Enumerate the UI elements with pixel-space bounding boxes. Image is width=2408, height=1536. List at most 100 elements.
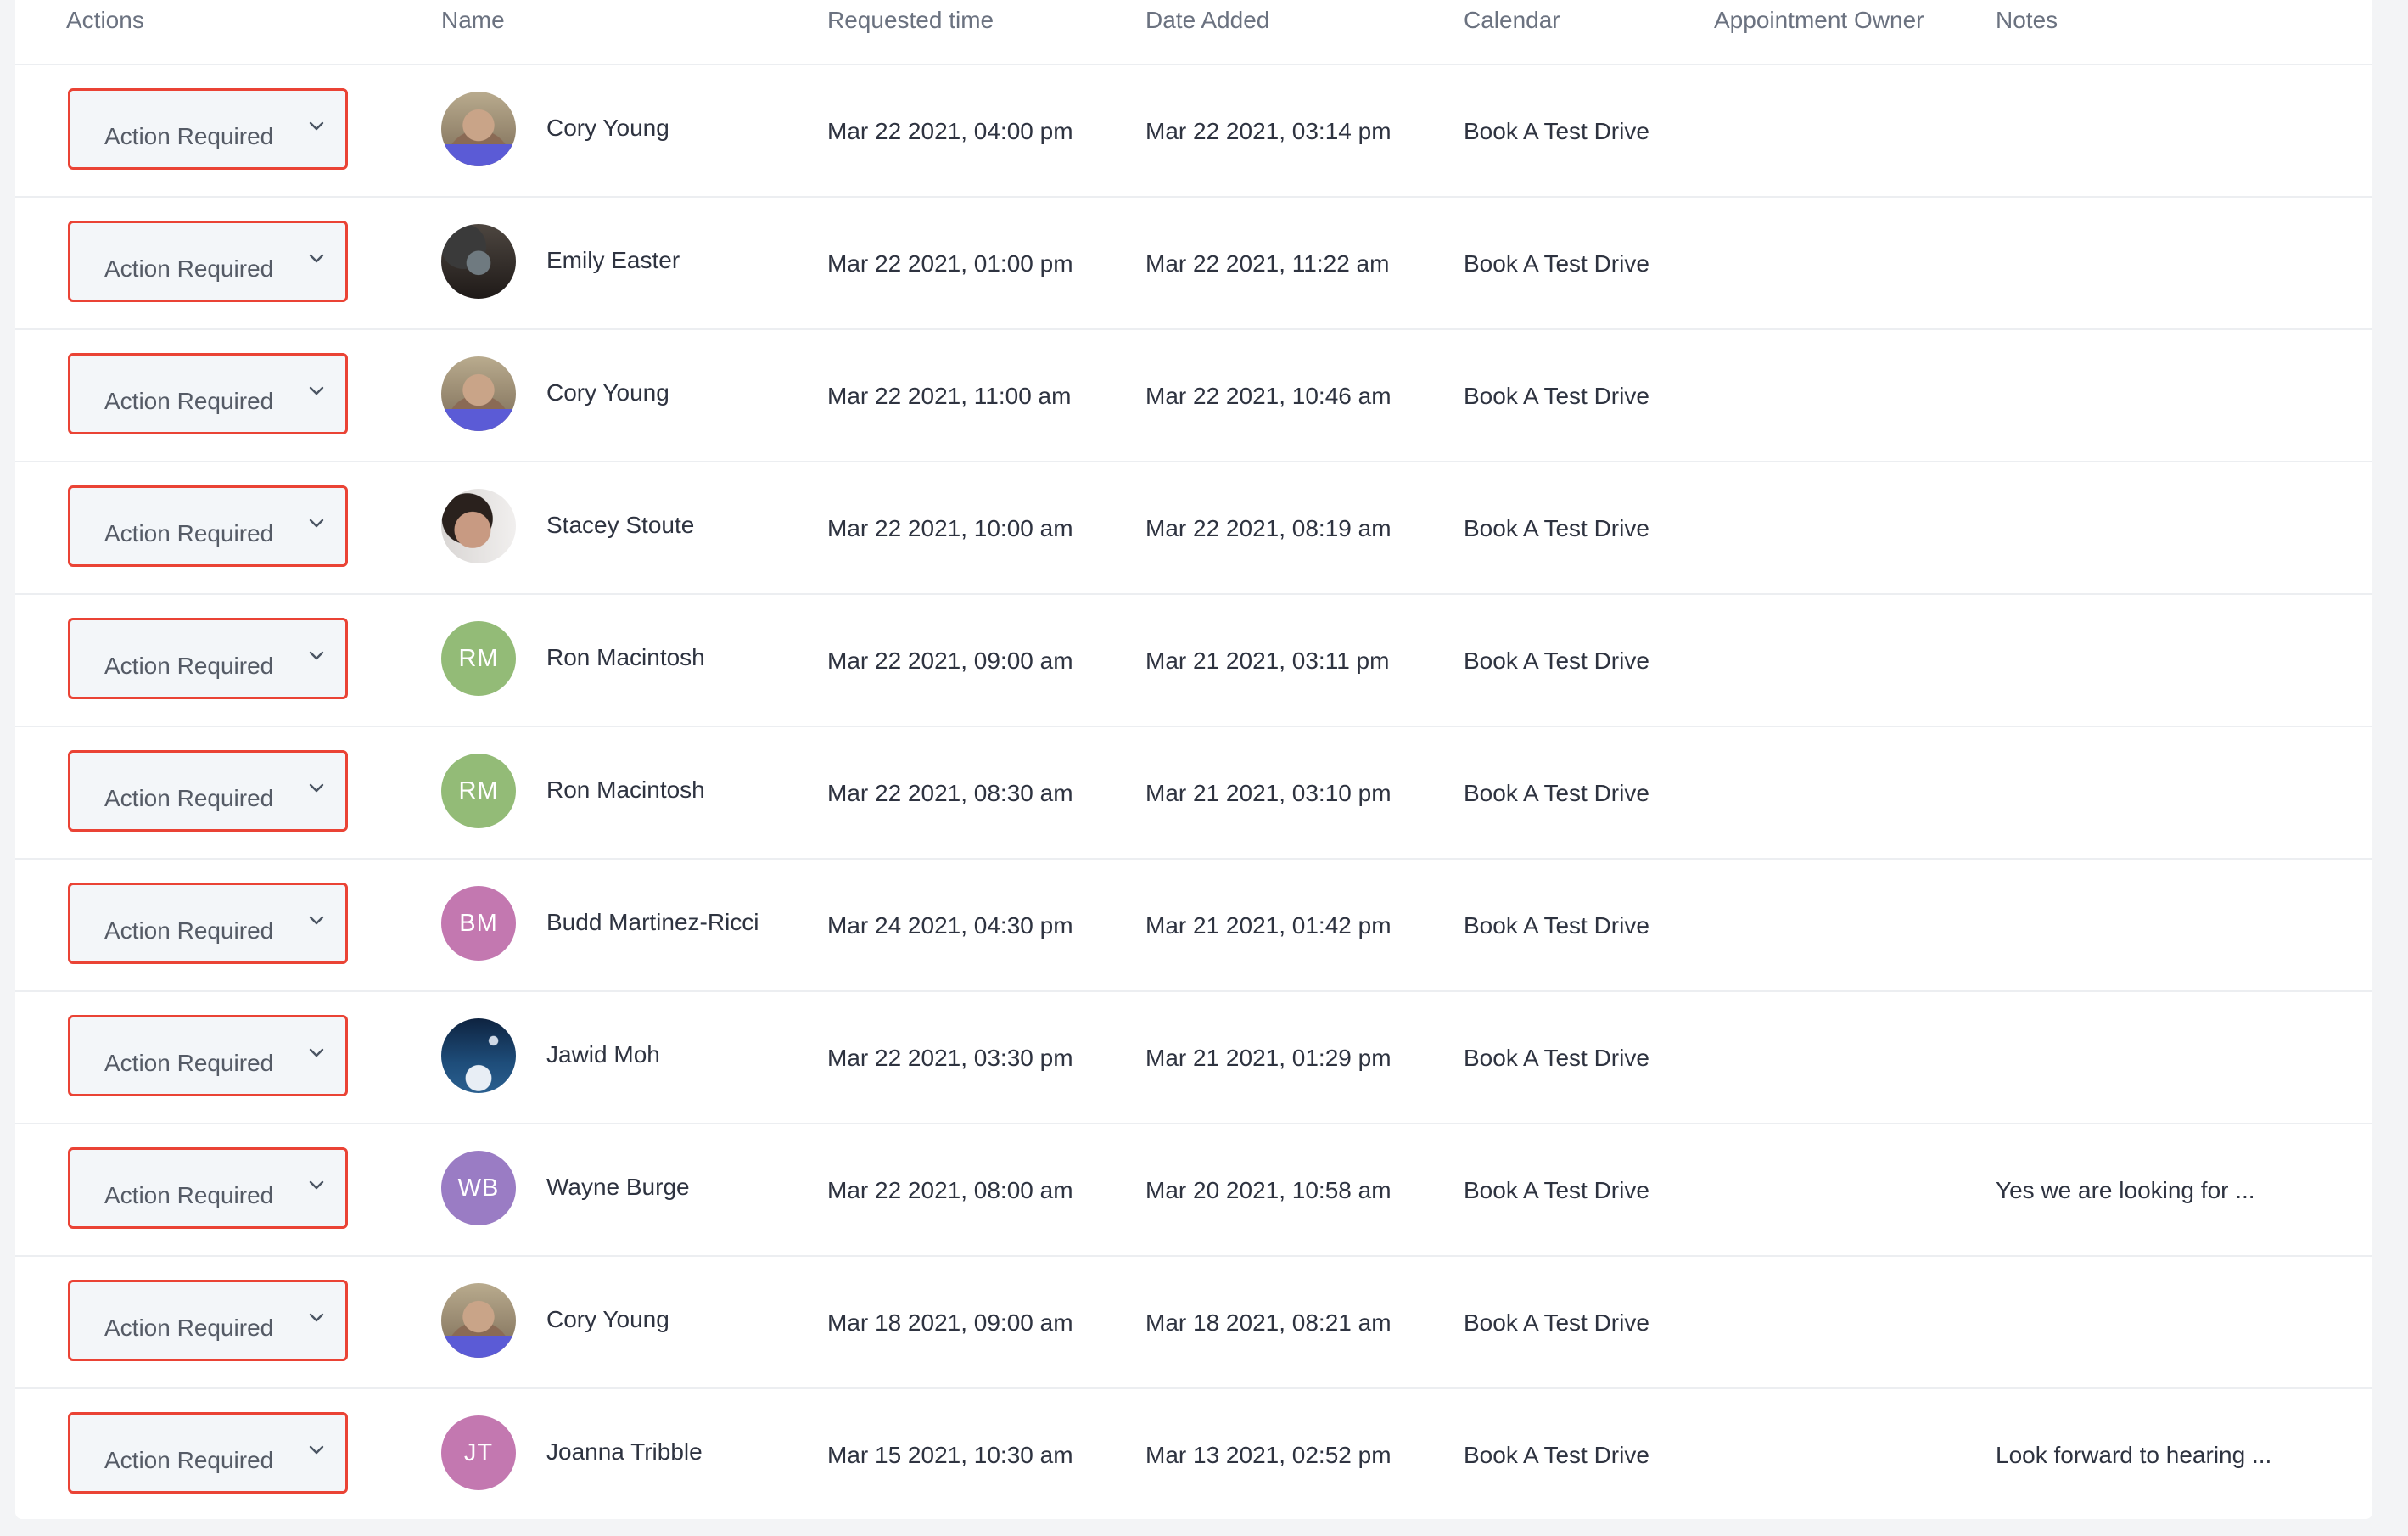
column-header-name[interactable]: Name (441, 7, 505, 34)
action-status-label: Action Required (104, 255, 274, 282)
contact-name[interactable]: Ron Macintosh (546, 776, 705, 804)
calendar-name: Book A Test Drive (1464, 1177, 1649, 1203)
calendar-name: Book A Test Drive (1464, 780, 1649, 806)
calendar-name: Book A Test Drive (1464, 383, 1649, 409)
action-status-dropdown[interactable]: Action Required (68, 1412, 348, 1494)
table-header: Actions Name Requested time Date Added C… (15, 0, 2372, 65)
column-header-actions[interactable]: Actions (66, 7, 144, 34)
action-status-label: Action Required (104, 785, 274, 811)
column-header-calendar[interactable]: Calendar (1464, 7, 1560, 34)
action-status-dropdown[interactable]: Action Required (68, 88, 348, 170)
avatar-initials: RM (458, 644, 499, 672)
table-row[interactable]: Action Required Stacey Stoute Mar 22 2021,… (15, 462, 2372, 595)
action-status-label: Action Required (104, 388, 274, 414)
date-added: Mar 20 2021, 10:58 am (1145, 1177, 1392, 1203)
calendar-name: Book A Test Drive (1464, 912, 1649, 939)
contact-name[interactable]: Cory Young (546, 115, 669, 142)
requested-time: Mar 22 2021, 03:30 pm (827, 1045, 1073, 1071)
action-status-dropdown[interactable]: Action Required (68, 883, 348, 964)
action-status-label: Action Required (104, 1447, 274, 1473)
avatar: JT (441, 1415, 516, 1490)
appointments-page: Actions Name Requested time Date Added C… (0, 0, 2408, 1536)
date-added: Mar 22 2021, 10:46 am (1145, 383, 1392, 409)
table-row[interactable]: Action Required WB Wayne Burge Mar 22 2021,… (15, 1124, 2372, 1257)
avatar: RM (441, 754, 516, 828)
avatar-initials: BM (459, 909, 498, 937)
contact-name[interactable]: Ron Macintosh (546, 644, 705, 671)
contact-name[interactable]: Jawid Moh (546, 1041, 660, 1068)
action-status-label: Action Required (104, 1182, 274, 1208)
requested-time: Mar 15 2021, 10:30 am (827, 1442, 1073, 1468)
table-row[interactable]: Action Required RM Ron Macintosh Mar 22 202… (15, 595, 2372, 727)
contact-name[interactable]: Budd Martinez-Ricci (546, 909, 759, 936)
date-added: Mar 18 2021, 08:21 am (1145, 1309, 1392, 1336)
table-row[interactable]: Action Required Cory Young Mar 22 2021, 11… (15, 330, 2372, 462)
chevron-down-icon (309, 1445, 324, 1455)
date-added: Mar 21 2021, 01:42 pm (1145, 912, 1392, 939)
avatar-photo (441, 1018, 516, 1093)
action-status-dropdown[interactable]: Action Required (68, 1015, 348, 1096)
chevron-down-icon (309, 254, 324, 263)
contact-name[interactable]: Cory Young (546, 1306, 669, 1333)
contact-name[interactable]: Cory Young (546, 379, 669, 406)
date-added: Mar 21 2021, 01:29 pm (1145, 1045, 1392, 1071)
avatar: WB (441, 1151, 516, 1225)
action-status-dropdown[interactable]: Action Required (68, 221, 348, 302)
calendar-name: Book A Test Drive (1464, 1045, 1649, 1071)
table-row[interactable]: Action Required JT Joanna Tribble Mar 15 20… (15, 1389, 2372, 1519)
table-row[interactable]: Action Required RM Ron Macintosh Mar 22 202… (15, 727, 2372, 860)
notes-preview: Look forward to hearing ... (1996, 1442, 2272, 1468)
contact-name[interactable]: Stacey Stoute (546, 512, 694, 539)
action-status-dropdown[interactable]: Action Required (68, 485, 348, 567)
chevron-down-icon (309, 1048, 324, 1057)
avatar-banner (441, 409, 516, 431)
avatar: BM (441, 886, 516, 961)
requested-time: Mar 22 2021, 08:30 am (827, 780, 1073, 806)
action-status-dropdown[interactable]: Action Required (68, 750, 348, 832)
action-status-dropdown[interactable]: Action Required (68, 618, 348, 699)
action-status-label: Action Required (104, 123, 274, 149)
avatar-initials: RM (458, 776, 499, 804)
table-row[interactable]: Action Required Emily Easter Mar 22 2021, … (15, 198, 2372, 330)
chevron-down-icon (309, 1313, 324, 1322)
action-status-dropdown[interactable]: Action Required (68, 1147, 348, 1229)
calendar-name: Book A Test Drive (1464, 118, 1649, 144)
action-status-dropdown[interactable]: Action Required (68, 353, 348, 434)
table-row[interactable]: Action Required Cory Young Mar 22 2021, 04… (15, 65, 2372, 198)
contact-name[interactable]: Emily Easter (546, 247, 680, 274)
avatar-initials: WB (457, 1174, 500, 1202)
avatar-photo (441, 224, 516, 299)
table-row[interactable]: Action Required Jawid Moh Mar 22 2021, 03:… (15, 992, 2372, 1124)
contact-name[interactable]: Joanna Tribble (546, 1438, 703, 1466)
table-row[interactable]: Action Required BM Budd Martinez-Ricci Mar … (15, 860, 2372, 992)
chevron-down-icon (309, 651, 324, 660)
calendar-name: Book A Test Drive (1464, 647, 1649, 674)
date-added: Mar 21 2021, 03:11 pm (1145, 647, 1390, 674)
calendar-name: Book A Test Drive (1464, 1309, 1649, 1336)
action-status-dropdown[interactable]: Action Required (68, 1280, 348, 1361)
column-header-notes[interactable]: Notes (1996, 7, 2058, 34)
table-body: Action Required Cory Young Mar 22 2021, 04… (15, 65, 2372, 1519)
calendar-name: Book A Test Drive (1464, 515, 1649, 541)
avatar-initials: JT (463, 1438, 494, 1466)
avatar-photo (441, 92, 516, 166)
requested-time: Mar 22 2021, 11:00 am (827, 383, 1072, 409)
contact-name[interactable]: Wayne Burge (546, 1174, 690, 1201)
chevron-down-icon (309, 916, 324, 925)
column-header-appointment-owner[interactable]: Appointment Owner (1714, 7, 1924, 34)
avatar-photo (441, 1283, 516, 1358)
action-status-label: Action Required (104, 520, 274, 547)
chevron-down-icon (309, 783, 324, 793)
avatar-photo (441, 489, 516, 563)
notes-preview: Yes we are looking for ... (1996, 1177, 2255, 1203)
avatar-banner (441, 144, 516, 166)
action-status-label: Action Required (104, 1050, 274, 1076)
avatar: RM (441, 621, 516, 696)
requested-time: Mar 22 2021, 01:00 pm (827, 250, 1073, 277)
action-status-label: Action Required (104, 1315, 274, 1341)
requested-time: Mar 24 2021, 04:30 pm (827, 912, 1073, 939)
chevron-down-icon (309, 1180, 324, 1190)
column-header-date-added[interactable]: Date Added (1145, 7, 1269, 34)
table-row[interactable]: Action Required Cory Young Mar 18 2021, 09… (15, 1257, 2372, 1389)
column-header-requested-time[interactable]: Requested time (827, 7, 994, 34)
